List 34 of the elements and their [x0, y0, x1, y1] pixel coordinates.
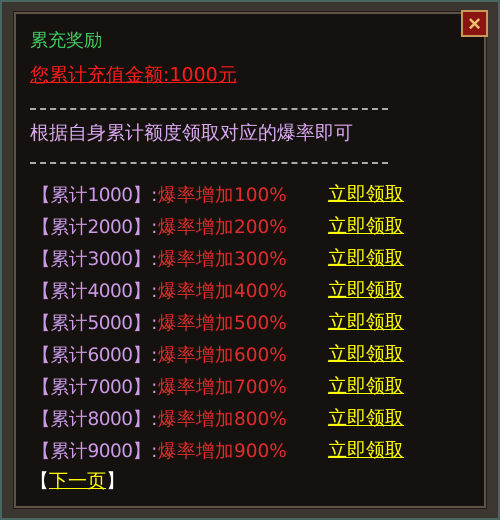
claim-link[interactable]: 立即领取	[328, 373, 404, 399]
bonus-text: 爆率增加600%	[158, 344, 288, 366]
window-title: 累充奖励	[30, 29, 103, 52]
next-page-link[interactable]: 下一页	[49, 468, 106, 494]
claim-link[interactable]: 立即领取	[328, 341, 404, 367]
bonus-text: 爆率增加900%	[158, 440, 288, 462]
tier-label: 【累计1000】:	[32, 184, 158, 206]
claim-link[interactable]: 立即领取	[328, 245, 404, 271]
claim-link[interactable]: 立即领取	[328, 437, 404, 463]
bonus-text: 爆率增加800%	[158, 408, 288, 430]
bonus-text: 爆率增加500%	[158, 312, 288, 334]
instruction-text: 根据自身累计额度领取对应的爆率即可	[30, 121, 354, 146]
tier-label: 【累计6000】:	[32, 344, 158, 366]
claim-link[interactable]: 立即领取	[328, 213, 404, 239]
claim-link[interactable]: 立即领取	[328, 277, 404, 303]
bracket: 】	[106, 469, 125, 494]
bonus-text: 爆率增加200%	[158, 216, 288, 238]
tier-label: 【累计9000】:	[32, 440, 158, 462]
tier-label: 【累计8000】:	[32, 408, 158, 430]
bonus-text: 爆率增加700%	[158, 376, 288, 398]
tier-label: 【累计7000】:	[32, 376, 158, 398]
claim-link[interactable]: 立即领取	[328, 181, 404, 207]
total-recharge: 您累计充值金额:1000元	[30, 63, 237, 88]
bonus-text: 爆率增加100%	[158, 184, 288, 206]
claim-link[interactable]: 立即领取	[328, 309, 404, 335]
tier-label: 【累计3000】:	[32, 248, 158, 270]
close-button[interactable]: ×	[461, 10, 488, 37]
bonus-text: 爆率增加300%	[158, 248, 288, 270]
bracket: 【	[30, 469, 49, 494]
tier-label: 【累计2000】:	[32, 216, 158, 238]
bonus-text: 爆率增加400%	[158, 280, 288, 302]
tier-label: 【累计5000】:	[32, 312, 158, 334]
tier-label: 【累计4000】:	[32, 280, 158, 302]
claim-link[interactable]: 立即领取	[328, 405, 404, 431]
